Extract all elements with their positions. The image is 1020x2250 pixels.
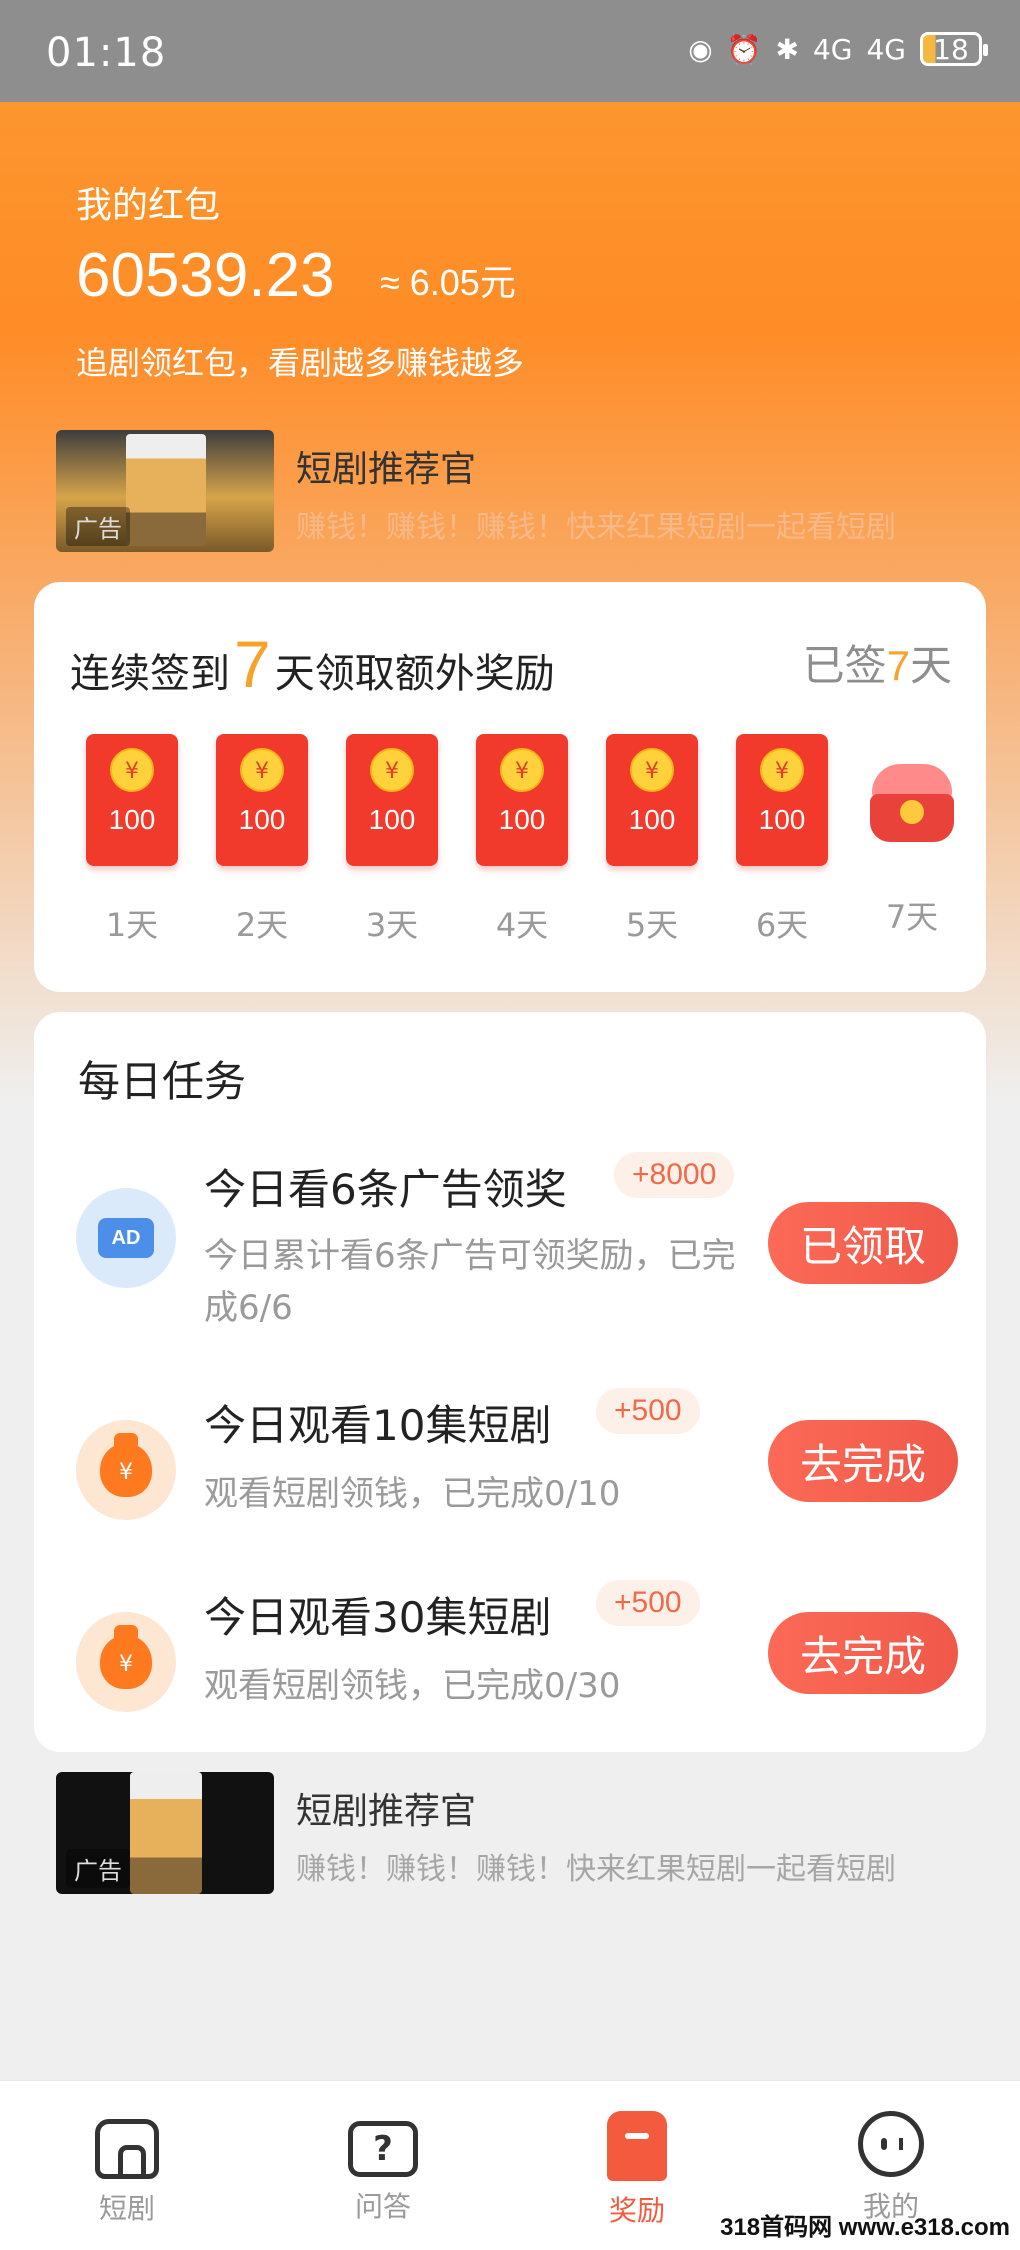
nav-label: 短剧 [98, 2192, 155, 2225]
coin-icon: ¥ [500, 748, 544, 792]
watermark: 318首码网 www.e318.com [720, 2214, 1010, 2241]
day-label: 6天 [755, 906, 809, 944]
signin-status-prefix: 已签 [802, 641, 887, 690]
day-label: 4天 [495, 906, 549, 944]
envelope-amount: 100 [628, 804, 676, 835]
ad-description: 赚钱！赚钱！赚钱！快来红果短剧一起看短剧 [296, 510, 896, 545]
task-name: 今日观看10集短剧 [204, 1401, 552, 1450]
task-reward-badge: +500 [596, 1580, 700, 1626]
envelope-amount: 100 [238, 804, 286, 835]
signin-title-number: 7 [234, 627, 271, 701]
money-bag-icon: ¥ [76, 1612, 176, 1712]
battery-icon: 18 [920, 32, 988, 66]
ad-thumbnail[interactable]: 广告 [56, 1772, 274, 1894]
ad-thumbnail-image [126, 434, 206, 546]
status-bar: 01:18 ◉ ⏰ ✱ 4G 4G 18 [0, 0, 1020, 102]
signin-status-days: 7 [886, 642, 910, 689]
ad-title: 短剧推荐官 [296, 1791, 477, 1832]
day-label: 2天 [235, 906, 289, 944]
signin-day-7[interactable]: 7天 [866, 734, 958, 938]
red-packet-approx-yuan: ≈ 6.05元 [380, 262, 516, 303]
task-reward-badge: +500 [596, 1388, 700, 1434]
signin-title-suffix: 天领取额外奖励 [274, 651, 555, 697]
slogan: 追剧领红包，看剧越多赚钱越多 [76, 344, 525, 382]
nav-label: 奖励 [608, 2194, 665, 2227]
eye-icon: ◉ [688, 32, 713, 66]
alarm-icon: ⏰ [726, 32, 762, 66]
ad-thumbnail-image [130, 1772, 202, 1894]
reward-icon [607, 2111, 667, 2181]
status-time: 01:18 [46, 30, 167, 76]
task-reward-badge: +8000 [614, 1152, 735, 1198]
ad-banner-bottom[interactable]: 广告 短剧推荐官 赚钱！赚钱！赚钱！快来红果短剧一起看短剧 [56, 1772, 966, 1896]
bottom-navigation: 短剧 ? 问答 奖励 我的 318首码网 www.e318.com [0, 2080, 1020, 2250]
envelope-amount: 100 [758, 804, 806, 835]
task-go-complete-button[interactable]: 去完成 [768, 1612, 958, 1694]
nav-item-short-drama[interactable]: 短剧 [62, 2111, 192, 2227]
ad-tag: 广告 [66, 1849, 130, 1888]
ad-title: 短剧推荐官 [296, 449, 477, 490]
treasure-chest-icon [864, 758, 960, 850]
daily-tasks-card: 每日任务 AD 今日看6条广告领奖 +8000 今日累计看6条广告可领奖励，已完… [34, 1012, 986, 1752]
signin-day-2[interactable]: ¥ 100 2天 [216, 734, 308, 946]
task-description: 今日累计看6条广告可领奖励，已完成6/6 [204, 1236, 736, 1328]
task-description: 观看短剧领钱，已完成0/30 [204, 1666, 621, 1706]
signin-status-suffix: 天 [909, 641, 952, 690]
red-packet-label: 我的红包 [76, 185, 221, 226]
nav-item-qa[interactable]: ? 问答 [318, 2111, 448, 2225]
ad-tag: 广告 [66, 507, 130, 546]
coin-icon: ¥ [110, 748, 154, 792]
red-envelope-icon: ¥ 100 [346, 734, 438, 866]
status-icons: ◉ ⏰ ✱ 4G 4G 18 [688, 32, 988, 66]
coin-icon: ¥ [630, 748, 674, 792]
red-envelope-icon: ¥ 100 [606, 734, 698, 866]
envelope-amount: 100 [498, 804, 546, 835]
bluetooth-icon: ✱ [775, 32, 799, 66]
signin-status: 已签 7 天 [803, 632, 952, 693]
money-bag-icon: ¥ [76, 1420, 176, 1520]
red-envelope-icon: ¥ 100 [216, 734, 308, 866]
red-packet-amount: 60539.23 [76, 241, 335, 310]
signin-card: 连续签到 7 天领取额外奖励 已签 7 天 ¥ 100 1天 ¥ 100 2天 … [34, 582, 986, 992]
red-envelope-icon: ¥ 100 [736, 734, 828, 866]
signal-icon-2: 4G [866, 32, 906, 66]
signal-icon: 4G [812, 32, 853, 66]
nav-label: 问答 [354, 2190, 411, 2223]
envelope-amount: 100 [108, 804, 156, 835]
day-label: 5天 [625, 906, 679, 944]
task-go-complete-button[interactable]: 去完成 [768, 1420, 958, 1502]
ad-thumbnail[interactable]: 广告 [56, 430, 274, 552]
ad-banner-top[interactable]: 广告 短剧推荐官 赚钱！赚钱！赚钱！快来红果短剧一起看短剧 [56, 430, 966, 554]
red-envelope-icon: ¥ 100 [86, 734, 178, 866]
coin-icon: ¥ [370, 748, 414, 792]
signin-day-1[interactable]: ¥ 100 1天 [86, 734, 178, 946]
signin-day-4[interactable]: ¥ 100 4天 [476, 734, 568, 946]
signin-day-3[interactable]: ¥ 100 3天 [346, 734, 438, 946]
home-icon [95, 2119, 159, 2179]
signin-title-prefix: 连续签到 [70, 651, 230, 697]
coin-icon: ¥ [240, 748, 284, 792]
profile-face-icon [858, 2111, 924, 2177]
nav-item-rewards[interactable]: 奖励 [572, 2111, 702, 2229]
day-label: 1天 [105, 906, 159, 944]
envelope-amount: 100 [368, 804, 416, 835]
ad-tv-icon: AD [76, 1188, 176, 1288]
coin-icon: ¥ [760, 748, 804, 792]
ad-description: 赚钱！赚钱！赚钱！快来红果短剧一起看短剧 [296, 1852, 896, 1887]
day-label: 7天 [885, 898, 939, 936]
red-envelope-icon: ¥ 100 [476, 734, 568, 866]
day-label: 3天 [365, 906, 419, 944]
signin-day-5[interactable]: ¥ 100 5天 [606, 734, 698, 946]
question-icon: ? [348, 2121, 418, 2177]
battery-level: 18 [933, 32, 969, 66]
task-name: 今日观看30集短剧 [204, 1593, 552, 1642]
signin-title: 连续签到 7 天领取额外奖励 [70, 626, 555, 702]
task-name: 今日看6条广告领奖 [204, 1165, 567, 1214]
daily-tasks-title: 每日任务 [78, 1057, 247, 1106]
task-claimed-button[interactable]: 已领取 [768, 1202, 958, 1284]
task-description: 观看短剧领钱，已完成0/10 [204, 1474, 621, 1514]
signin-day-6[interactable]: ¥ 100 6天 [736, 734, 828, 946]
